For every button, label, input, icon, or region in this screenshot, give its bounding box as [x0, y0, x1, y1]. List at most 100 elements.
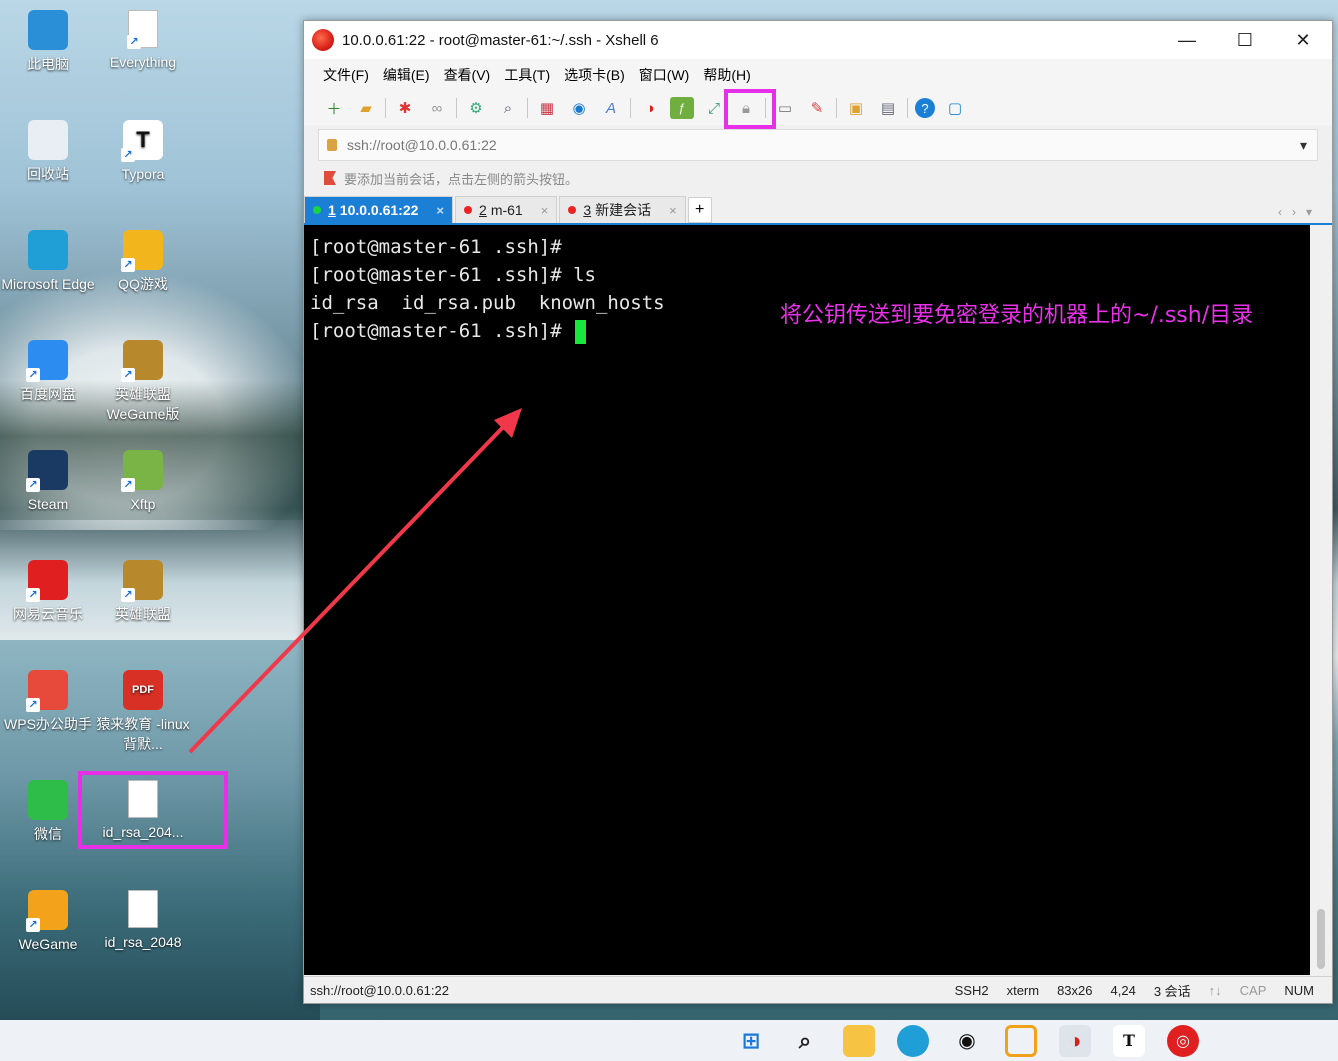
globe-icon[interactable]: ◉ — [567, 97, 591, 119]
annotation-text: 将公钥传送到要免密登录的机器上的~/.ssh/目录 — [780, 303, 1254, 328]
menu-tools[interactable]: 工具(T) — [504, 65, 550, 85]
xshell-taskbar-icon[interactable]: ◑ — [1059, 1024, 1091, 1057]
close-button[interactable]: ✕ — [1274, 21, 1332, 59]
tab-session-1[interactable]: 1 10.0.0.61:22 × — [304, 196, 454, 223]
session-tabs: 1 10.0.0.61:22 × 2 m-61 × 3 新建会话 × + ‹›▾ — [304, 195, 1332, 225]
address-bar[interactable]: ssh://root@10.0.0.61:22 ▾ — [318, 129, 1318, 161]
desktop-icon[interactable]: ↗ WPS办公助手 — [0, 670, 96, 734]
menu-help[interactable]: 帮助(H) — [703, 65, 750, 85]
tab-number: 3 — [583, 202, 592, 218]
session-hint-bar: 要添加当前会话，点击左侧的箭头按钮。 — [304, 161, 1332, 195]
typora-taskbar-icon[interactable]: T — [1113, 1024, 1145, 1057]
wegame-icon: ↗ — [26, 890, 68, 932]
toolbar: ＋ ▰ ✱ ∞ ⚙ ⌕ ▦ ◉ A ◑ ƒ ⤢ 🔒︎ ▭ ✎ ▣ ▤ ? ▢ — [304, 89, 1332, 129]
desktop-icon-label: Xftp — [130, 496, 156, 512]
add-session-icon[interactable]: ▣ — [844, 97, 868, 119]
file-icon — [128, 890, 158, 928]
desktop-icon[interactable]: ↗ 英雄联盟 — [95, 560, 191, 624]
desktop-icon[interactable]: 此电脑 — [0, 10, 96, 74]
menu-view[interactable]: 查看(V) — [444, 65, 491, 85]
lock-icon — [327, 139, 337, 151]
shortcut-arrow-icon: ↗ — [121, 478, 135, 492]
tab-close-icon[interactable]: × — [436, 203, 444, 218]
desktop-icon[interactable]: PDF 猿来教育 -linux背默... — [95, 670, 191, 754]
tab-session-2[interactable]: 2 m-61 × — [455, 196, 558, 223]
file-explorer-icon[interactable] — [843, 1024, 875, 1057]
document-icon: ↗ — [127, 10, 158, 49]
desktop-icon[interactable]: ↗ Everything — [95, 10, 191, 72]
desktop-icon[interactable]: Microsoft Edge — [0, 230, 96, 294]
xshell-icon[interactable]: ◑ — [638, 97, 662, 119]
status-cursor-pos: 4,24 — [1110, 982, 1136, 998]
tab-close-icon[interactable]: × — [669, 203, 677, 218]
toolbar-separator — [907, 98, 908, 118]
keyboard-icon[interactable]: ▭ — [773, 97, 797, 119]
desktop-icon-label: WPS办公助手 — [4, 716, 92, 732]
qq-icon[interactable]: ◉ — [951, 1025, 983, 1057]
tab-scroll-arrows-icon[interactable]: ‹›▾ — [1278, 205, 1322, 219]
menu-window[interactable]: 窗口(W) — [639, 65, 690, 85]
reconnect-icon[interactable]: ✱ — [393, 97, 417, 119]
xftp-icon[interactable]: ƒ — [670, 97, 694, 119]
chevron-down-icon[interactable]: ▾ — [1300, 137, 1307, 154]
toolbar-separator — [456, 98, 457, 118]
edge-icon — [28, 230, 68, 270]
layout-icon[interactable]: ▤ — [876, 97, 900, 119]
tab-close-icon[interactable]: × — [541, 203, 549, 218]
desktop-icon[interactable]: id_rsa_2048 — [95, 890, 191, 952]
address-input[interactable]: ssh://root@10.0.0.61:22 — [347, 137, 1300, 153]
netease-music-taskbar-icon[interactable]: ◎ — [1167, 1024, 1199, 1057]
shortcut-arrow-icon: ↗ — [26, 368, 40, 382]
xftp-taskbar-icon[interactable] — [1005, 1024, 1037, 1057]
add-tab-button[interactable]: + — [687, 197, 712, 223]
tab-session-3[interactable]: 3 新建会话 × — [559, 196, 686, 223]
desktop-icon[interactable]: ↗ 英雄联盟 WeGame版 — [95, 340, 191, 424]
xftp-highlight-box — [724, 89, 776, 129]
help-icon[interactable]: ? — [915, 98, 935, 118]
scrollbar-thumb[interactable] — [1317, 909, 1325, 969]
desktop-icon-label: 百度网盘 — [20, 386, 76, 402]
menu-edit[interactable]: 编辑(E) — [383, 65, 430, 85]
title-bar[interactable]: 10.0.0.61:22 - root@master-61:~/.ssh - X… — [304, 21, 1332, 59]
minimize-button[interactable]: — — [1158, 21, 1216, 59]
desktop-icon[interactable]: ↗ 百度网盘 — [0, 340, 96, 404]
highlight-icon[interactable]: ✎ — [805, 97, 829, 119]
desktop-icon[interactable]: ↗ Xftp — [95, 450, 191, 514]
fullscreen-icon[interactable]: ⤢ — [702, 97, 726, 119]
terminal-scrollbar[interactable] — [1312, 225, 1332, 975]
tab-label: m-61 — [490, 202, 523, 218]
search-icon[interactable]: ⌕ — [789, 1025, 821, 1057]
terminal-line: [root@master-61 .ssh]# — [310, 236, 562, 258]
tab-number: 1 — [328, 202, 336, 218]
desktop-icon[interactable]: ↗ WeGame — [0, 890, 96, 954]
disconnect-icon[interactable]: ∞ — [425, 97, 449, 119]
open-folder-icon[interactable]: ▰ — [354, 97, 378, 119]
desktop-icon[interactable]: ↗ 网易云音乐 — [0, 560, 96, 624]
terminal-screen[interactable]: [root@master-61 .ssh]# [root@master-61 .… — [304, 225, 1310, 975]
desktop-icon[interactable]: ↗ Steam — [0, 450, 96, 514]
taskbar: ⊞ ⌕ ◉ ◑ T ◎ — [0, 1020, 1338, 1061]
maximize-button[interactable]: ☐ — [1216, 21, 1274, 59]
status-dot-icon — [313, 206, 321, 214]
desktop-icon[interactable]: T ↗ Typora — [95, 120, 191, 184]
find-icon[interactable]: ⌕ — [496, 97, 520, 119]
status-sessions: 3 会话 — [1153, 983, 1191, 999]
terminal-cursor — [575, 319, 587, 344]
new-session-icon[interactable]: ＋ — [322, 97, 346, 119]
menu-file[interactable]: 文件(F) — [323, 65, 369, 85]
color-scheme-icon[interactable]: ▦ — [535, 97, 559, 119]
desktop-icon-label: 英雄联盟 WeGame版 — [106, 386, 180, 422]
start-icon[interactable]: ⊞ — [735, 1025, 767, 1057]
status-dot-icon — [464, 206, 473, 214]
properties-icon[interactable]: ⚙ — [464, 97, 488, 119]
chat-icon[interactable]: ▢ — [943, 97, 967, 119]
status-updown-icon: ↑↓ — [1208, 982, 1222, 998]
menu-tabs[interactable]: 选项卡(B) — [564, 65, 625, 85]
edge-icon[interactable] — [897, 1024, 929, 1057]
desktop-icon[interactable]: 回收站 — [0, 120, 96, 184]
toolbar-separator — [527, 98, 528, 118]
font-icon[interactable]: A — [599, 97, 623, 119]
desktop-icon[interactable]: ↗ QQ游戏 — [95, 230, 191, 294]
netease-music-icon: ↗ — [26, 560, 68, 602]
bookmark-arrow-icon[interactable] — [324, 171, 336, 185]
